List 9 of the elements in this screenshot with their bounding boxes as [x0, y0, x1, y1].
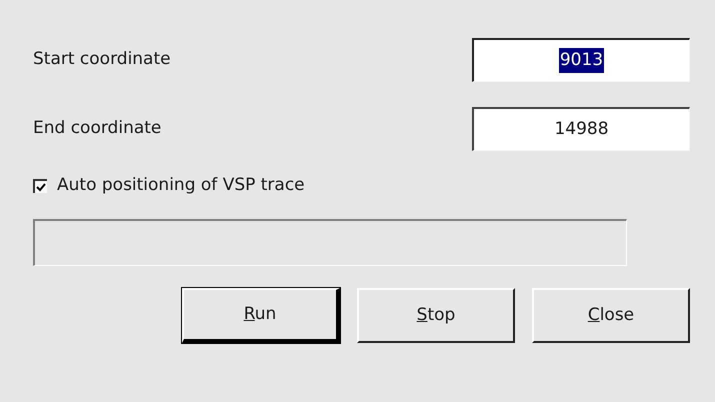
checkbox-label: Auto positioning of VSP trace [57, 174, 305, 198]
dialog-button[interactable]: Close [532, 288, 690, 343]
dialog-button[interactable]: Stop [357, 288, 515, 343]
input-field[interactable]: 9013 [472, 38, 690, 82]
field-label: Start coordinate [33, 48, 171, 72]
field-label: End coordinate [33, 117, 162, 140]
input-field[interactable]: 14988 [472, 107, 690, 151]
dialog-button[interactable]: Run [182, 288, 340, 343]
checkbox[interactable] [33, 179, 47, 193]
